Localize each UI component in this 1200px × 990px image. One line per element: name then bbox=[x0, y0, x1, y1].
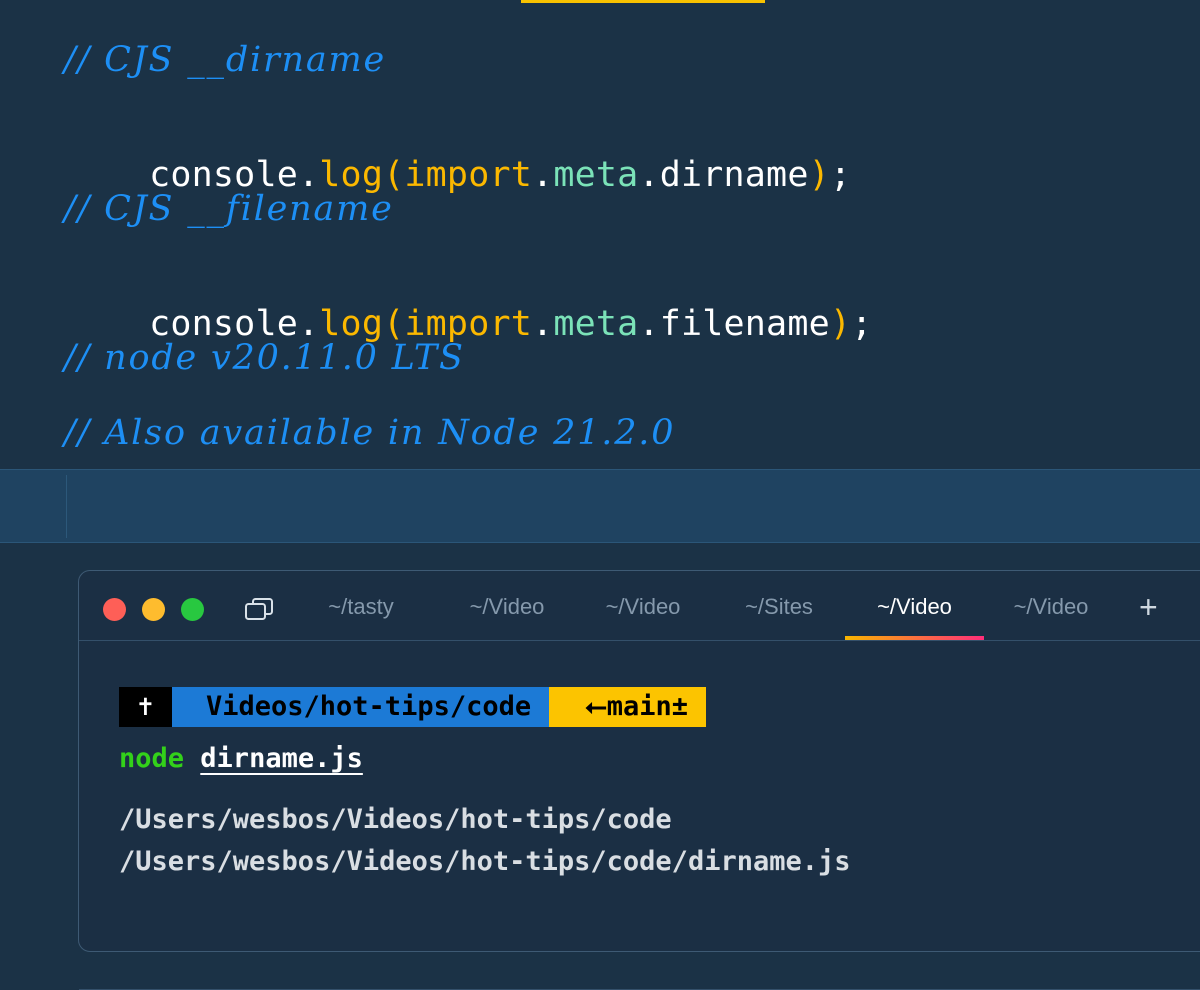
zoom-window-button[interactable] bbox=[181, 598, 204, 621]
prompt-git-branch-segment: ⭠main± bbox=[549, 687, 706, 727]
close-window-button[interactable] bbox=[103, 598, 126, 621]
code-token-filename: filename bbox=[659, 304, 830, 344]
tab-label: ~/Video bbox=[877, 594, 952, 619]
code-token-semicolon: ; bbox=[829, 155, 852, 195]
terminal-tab-bar: ~/tasty ~/Video ~/Video ~/Sites ~/Video … bbox=[79, 571, 1200, 641]
prompt-path-segment: Videos/hot-tips/code bbox=[172, 687, 550, 727]
code-token-meta: meta bbox=[553, 304, 639, 344]
new-tab-button[interactable]: + bbox=[1139, 589, 1158, 626]
code-token-meta: meta bbox=[553, 155, 639, 195]
terminal-window[interactable]: ~/tasty ~/Video ~/Video ~/Sites ~/Video … bbox=[78, 570, 1200, 990]
minimize-window-button[interactable] bbox=[142, 598, 165, 621]
active-tab-indicator bbox=[521, 0, 765, 3]
code-token-semicolon: ; bbox=[851, 304, 873, 344]
code-editor[interactable]: // CJS __dirname console.log(import.meta… bbox=[0, 0, 1200, 543]
tab-label: ~/Video bbox=[1013, 594, 1089, 619]
shell-prompt: ✝ Videos/hot-tips/code ⭠main± bbox=[119, 687, 706, 727]
current-line-highlight[interactable] bbox=[0, 469, 1200, 543]
command-line: node dirname.js bbox=[119, 739, 363, 779]
tab-label: ~/Video bbox=[469, 594, 545, 619]
tab-label: ~/tasty bbox=[328, 594, 394, 619]
code-token-dirname: dirname bbox=[659, 155, 809, 195]
tab-label: ~/Video bbox=[605, 594, 681, 619]
tab-overview-icon[interactable] bbox=[244, 597, 274, 621]
command-binary: node bbox=[119, 743, 185, 774]
code-token-close-paren: ) bbox=[808, 155, 830, 195]
code-token-dot: . bbox=[638, 304, 660, 344]
tab-video-3[interactable]: ~/Video bbox=[987, 591, 1115, 640]
code-token-import: import bbox=[404, 155, 533, 195]
code-token-dot: . bbox=[532, 304, 554, 344]
code-comment-line[interactable]: // node v20.11.0 LTS bbox=[64, 338, 465, 378]
command-argument[interactable]: dirname.js bbox=[200, 743, 363, 774]
active-tab-underline bbox=[845, 636, 984, 640]
tab-label: ~/Sites bbox=[745, 594, 813, 619]
output-line: /Users/wesbos/Videos/hot-tips/code/dirna… bbox=[119, 846, 851, 877]
prompt-root-segment: ✝ bbox=[119, 687, 172, 727]
code-comment-line[interactable]: // CJS __dirname bbox=[64, 40, 386, 80]
tab-sites[interactable]: ~/Sites bbox=[715, 591, 843, 640]
code-comment-line[interactable]: // Also available in Node 21.2.0 bbox=[64, 413, 675, 453]
code-token-dot: . bbox=[638, 155, 660, 195]
tab-video-active[interactable]: ~/Video bbox=[845, 591, 984, 640]
tab-tasty[interactable]: ~/tasty bbox=[301, 591, 421, 640]
code-token-dot: . bbox=[532, 155, 554, 195]
command-output: /Users/wesbos/Videos/hot-tips/code/Users… bbox=[119, 799, 851, 883]
output-line: /Users/wesbos/Videos/hot-tips/code bbox=[119, 804, 672, 835]
tab-video-2[interactable]: ~/Video bbox=[579, 591, 707, 640]
code-comment-line[interactable]: // CJS __filename bbox=[64, 189, 394, 229]
code-token-close-paren: ) bbox=[829, 304, 852, 344]
tab-video-1[interactable]: ~/Video bbox=[443, 591, 571, 640]
gutter-divider bbox=[66, 475, 67, 538]
